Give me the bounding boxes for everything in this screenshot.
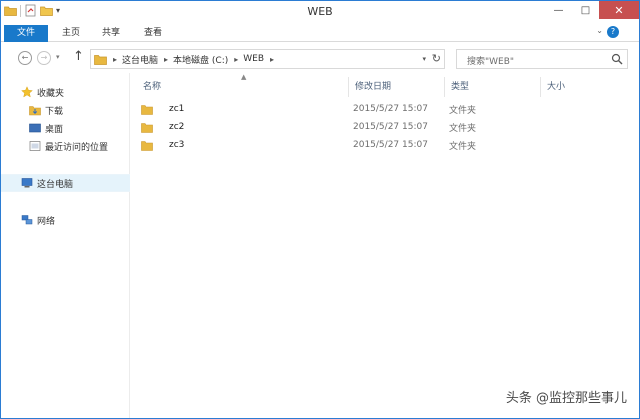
address-bar[interactable]: ▸ 这台电脑 ▸ 本地磁盘 (C:) ▸ WEB ▸ ▾ ↻: [90, 49, 445, 69]
up-button[interactable]: ↑: [73, 49, 84, 64]
column-header-name[interactable]: 名称: [137, 77, 349, 97]
star-icon: [21, 86, 33, 98]
tab-share[interactable]: 共享: [93, 25, 129, 41]
computer-icon: [21, 178, 33, 188]
tab-file[interactable]: 文件: [4, 25, 48, 42]
search-icon[interactable]: [611, 53, 623, 65]
desktop-icon: [29, 123, 41, 133]
help-icon[interactable]: ?: [607, 26, 619, 38]
title-bar: ▾ WEB — □ ✕: [1, 1, 639, 23]
ribbon: 文件 主页 共享 查看 ⌄ ?: [1, 23, 639, 42]
forward-button[interactable]: →: [37, 51, 51, 65]
breadcrumb-separator-icon[interactable]: ▸: [234, 55, 238, 64]
network-icon: [21, 215, 33, 225]
file-list: ▲ 名称 修改日期 类型 大小 zc1 2015/5/27 15:07 文件夹 …: [131, 73, 639, 418]
watermark: 头条 @监控那些事儿: [505, 391, 627, 406]
nav-downloads-label: 下载: [45, 106, 64, 117]
recent-places-icon: [29, 141, 41, 151]
tab-home[interactable]: 主页: [53, 25, 89, 41]
nav-this-pc[interactable]: 这台电脑: [1, 174, 130, 192]
maximize-button[interactable]: □: [572, 1, 599, 19]
nav-this-pc-label: 这台电脑: [37, 179, 74, 190]
file-type: 文件夹: [449, 141, 477, 152]
column-header-modified[interactable]: 修改日期: [349, 77, 445, 97]
file-type: 文件夹: [449, 123, 477, 134]
breadcrumb-this-pc[interactable]: 这台电脑: [122, 53, 158, 66]
refresh-icon[interactable]: ↻: [432, 52, 441, 65]
folder-icon: [141, 122, 153, 133]
nav-recent-places[interactable]: 最近访问的位置: [1, 137, 130, 155]
folder-icon: [141, 140, 153, 151]
minimize-button[interactable]: —: [545, 1, 572, 19]
nav-network-label: 网络: [37, 216, 56, 227]
breadcrumb-separator-icon[interactable]: ▸: [164, 55, 168, 64]
nav-desktop[interactable]: 桌面: [1, 119, 130, 137]
nav-favorites-label: 收藏夹: [37, 88, 65, 99]
tab-view[interactable]: 查看: [135, 25, 171, 41]
file-name: zc3: [169, 140, 185, 150]
downloads-folder-icon: [29, 106, 41, 116]
nav-favorites[interactable]: 收藏夹: [1, 83, 130, 101]
nav-recent-places-label: 最近访问的位置: [45, 142, 109, 153]
search-placeholder: 搜索"WEB": [467, 57, 515, 67]
navigation-pane: 收藏夹 下载 桌面 最近访问的位置 这台电脑 网络: [1, 73, 130, 418]
nav-desktop-label: 桌面: [45, 124, 64, 135]
nav-network[interactable]: 网络: [1, 211, 130, 229]
list-item[interactable]: zc1 2015/5/27 15:07 文件夹: [141, 101, 481, 117]
nav-downloads[interactable]: 下载: [1, 101, 130, 119]
column-header-size[interactable]: 大小: [541, 77, 631, 97]
file-modified: 2015/5/27 15:07: [353, 122, 428, 132]
list-item[interactable]: zc3 2015/5/27 15:07 文件夹: [141, 137, 481, 153]
folder-icon: [94, 54, 107, 65]
expand-ribbon-icon[interactable]: ⌄: [596, 26, 603, 35]
folder-icon: [141, 104, 153, 115]
file-name: zc2: [169, 122, 185, 132]
explorer-window: ▾ WEB — □ ✕ 文件 主页 共享 查看 ⌄ ? ← → ▾ ↑ ▸ 这台…: [0, 0, 640, 419]
list-item[interactable]: zc2 2015/5/27 15:07 文件夹: [141, 119, 481, 135]
navigation-bar: ← → ▾ ↑ ▸ 这台电脑 ▸ 本地磁盘 (C:) ▸ WEB ▸ ▾ ↻ 搜…: [1, 43, 639, 73]
address-history-dropdown-icon[interactable]: ▾: [422, 55, 426, 63]
breadcrumb-separator-icon[interactable]: ▸: [270, 55, 274, 64]
breadcrumb-local-disk[interactable]: 本地磁盘 (C:): [173, 53, 228, 66]
breadcrumb-web[interactable]: WEB: [243, 54, 264, 64]
search-input[interactable]: 搜索"WEB": [456, 49, 628, 69]
file-name: zc1: [169, 104, 185, 114]
file-modified: 2015/5/27 15:07: [353, 140, 428, 150]
file-modified: 2015/5/27 15:07: [353, 104, 428, 114]
back-button[interactable]: ←: [18, 51, 32, 65]
close-button[interactable]: ✕: [599, 1, 639, 19]
window-controls: — □ ✕: [545, 1, 639, 19]
breadcrumb-separator-icon[interactable]: ▸: [113, 55, 117, 64]
file-type: 文件夹: [449, 105, 477, 116]
recent-locations-dropdown-icon[interactable]: ▾: [56, 53, 60, 61]
window-title: WEB: [307, 5, 333, 18]
column-header-type[interactable]: 类型: [445, 77, 541, 97]
